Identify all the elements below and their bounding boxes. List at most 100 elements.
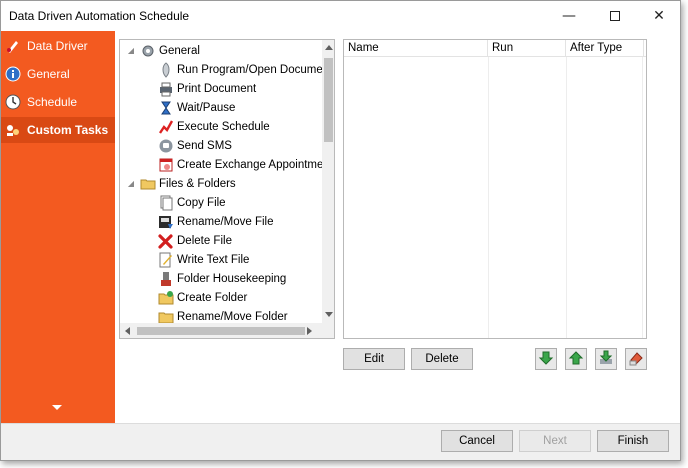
tree-item-wait-pause[interactable]: Wait/Pause [158,98,235,117]
tree-vertical-scrollbar[interactable] [322,40,334,323]
tree-item-run-program[interactable]: Run Program/Open Document [158,60,332,79]
column-header-run[interactable]: Run [488,40,566,57]
sms-icon [158,138,174,154]
next-button-label: Next [543,435,567,447]
tree-item-rename-move-file[interactable]: Rename/Move File [158,212,274,231]
grid-column-divider [642,57,643,338]
edit-button[interactable]: Edit [343,348,405,370]
edit-button-label: Edit [364,353,384,365]
column-header-after-type[interactable]: After Type [566,40,644,57]
housekeeping-icon [158,271,174,287]
write-text-icon [158,252,174,268]
minimize-button[interactable]: — [546,1,592,31]
run-program-icon [158,61,174,78]
tree-item-label: Execute Schedule [177,120,270,133]
tree-item-execute-schedule[interactable]: Execute Schedule [158,117,270,136]
data-driver-icon [5,38,21,54]
sidebar-item-schedule[interactable]: Schedule [1,89,115,115]
scroll-up-arrow-icon[interactable] [325,45,333,50]
tree-item-folder-housekeeping[interactable]: Folder Housekeeping [158,269,286,288]
create-folder-icon [158,290,174,306]
tree-item-label: Create Folder [177,291,248,304]
sidebar-item-custom-tasks[interactable]: Custom Tasks [1,117,115,143]
scrollbar-corner [322,323,334,338]
tree-item-label: General [159,44,200,57]
tree-item-send-sms[interactable]: Send SMS [158,136,232,155]
sidebar-item-data-driver[interactable]: Data Driver [1,33,115,59]
cancel-button-label: Cancel [459,435,495,447]
tree-group-general[interactable]: ◢ General [126,41,200,60]
calendar-icon [158,157,174,173]
move-down-icon [538,350,554,369]
tree-item-label: Files & Folders [159,177,236,190]
tree-item-print-document[interactable]: Print Document [158,79,256,98]
tree-item-label: Wait/Pause [177,101,236,114]
move-up-button[interactable] [565,348,587,370]
column-header-name[interactable]: Name [344,40,488,57]
finish-button-label: Finish [617,435,649,447]
delete-icon [158,233,174,249]
import-button[interactable] [595,348,617,370]
delete-button-label: Delete [425,353,459,365]
task-list-grid[interactable]: Name Run After Type [343,39,647,339]
tree-item-label: Run Program/Open Document [177,63,333,76]
rename-file-icon [158,214,174,230]
printer-icon [158,81,174,97]
info-icon [5,66,21,82]
tree-item-label: Create Exchange Appointment [177,158,333,171]
collapse-arrow-icon[interactable]: ◢ [126,46,136,56]
tree-item-label: Rename/Move Folder [177,310,288,323]
move-up-icon [568,350,584,369]
cancel-button[interactable]: Cancel [441,430,513,452]
sidebar-item-label: Schedule [27,95,78,109]
sidebar-expand-arrow-icon[interactable] [52,405,62,410]
tree-item-create-exchange-appointment[interactable]: Create Exchange Appointment [158,155,333,174]
finish-button[interactable]: Finish [597,430,669,452]
tree-item-label: Folder Housekeeping [177,272,287,285]
import-icon [598,350,614,369]
close-icon: ✕ [653,8,665,24]
collapse-arrow-icon[interactable]: ◢ [126,179,136,189]
task-tree[interactable]: ◢ General Run Program/Open Document Prin… [119,39,335,339]
clear-icon [628,350,644,369]
scroll-left-arrow-icon[interactable] [125,327,130,335]
maximize-button[interactable] [592,1,638,31]
move-down-button[interactable] [535,348,557,370]
tree-horizontal-scrollbar[interactable] [120,323,322,338]
title-bar: Data Driven Automation Schedule — ✕ [1,1,680,31]
tree-item-label: Write Text File [177,253,250,266]
tree-item-copy-file[interactable]: Copy File [158,193,226,212]
grid-column-divider [566,57,567,338]
close-button[interactable]: ✕ [636,1,682,31]
grid-column-divider [488,57,489,338]
sidebar-item-label: General [27,67,70,81]
scroll-right-arrow-icon[interactable] [307,327,312,335]
sidebar-item-label: Custom Tasks [27,123,109,137]
tree-item-create-folder[interactable]: Create Folder [158,288,247,307]
scroll-thumb[interactable] [137,327,305,335]
scroll-thumb[interactable] [324,58,333,142]
window-title: Data Driven Automation Schedule [9,9,190,23]
tree-item-delete-file[interactable]: Delete File [158,231,232,250]
tree-item-label: Delete File [177,234,232,247]
delete-button[interactable]: Delete [411,348,473,370]
tree-item-label: Send SMS [177,139,232,152]
sidebar-item-label: Data Driver [27,39,88,53]
tree-item-write-text-file[interactable]: Write Text File [158,250,249,269]
dialog-window: Data Driven Automation Schedule — ✕ Data… [0,0,681,461]
minimize-icon: — [562,8,576,24]
clear-button[interactable] [625,348,647,370]
scroll-down-arrow-icon[interactable] [325,312,333,317]
hourglass-icon [158,100,174,116]
tree-group-files-folders[interactable]: ◢ Files & Folders [126,174,236,193]
execute-schedule-icon [158,119,174,135]
copy-file-icon [158,195,174,211]
sidebar-item-general[interactable]: General [1,61,115,87]
tree-item-label: Print Document [177,82,257,95]
tasks-icon [5,122,21,138]
next-button[interactable]: Next [519,430,591,452]
grid-header: Name Run After Type [344,40,646,57]
gear-icon [140,43,156,59]
tree-item-label: Copy File [177,196,226,209]
clock-icon [5,94,21,110]
